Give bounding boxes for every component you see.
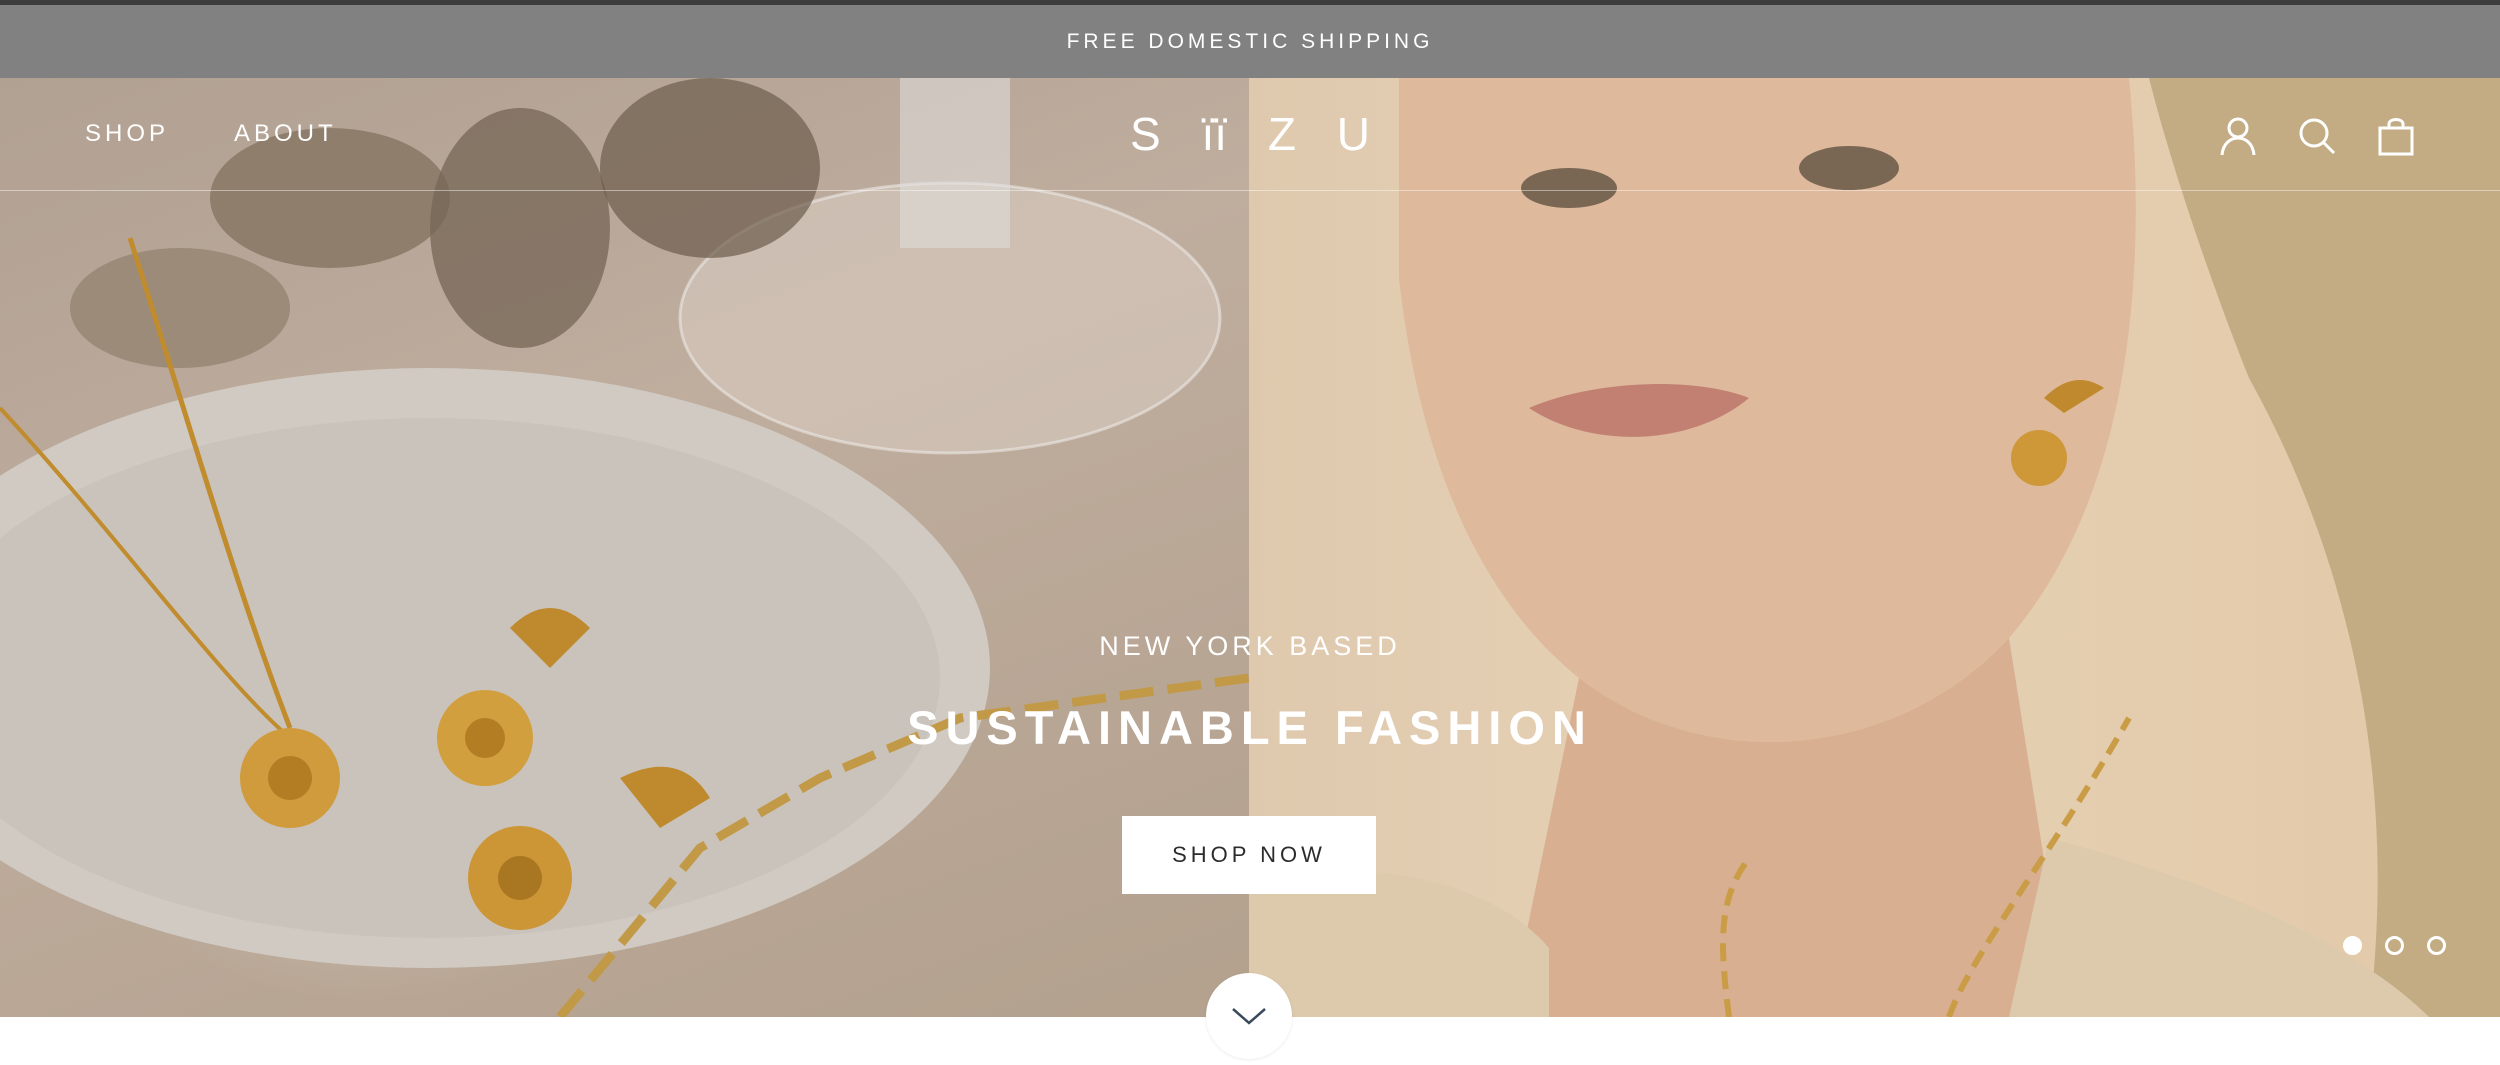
account-icon[interactable] [2216,114,2260,158]
hero-kicker: NEW YORK BASED [1099,631,1401,661]
shop-now-button[interactable]: SHOP NOW [1122,816,1376,894]
nav-about-link[interactable]: ABOUT [234,120,337,148]
slide-dot-3[interactable] [2427,936,2446,955]
logo-letter: Z [1267,108,1296,160]
site-logo[interactable]: S ïï Z U [1130,106,1370,162]
site-header: SHOP ABOUT S ïï Z U [0,78,2500,191]
logo-letter: S [1130,108,1161,160]
chevron-down-icon [1232,1008,1266,1025]
logo-letter: U [1336,108,1370,160]
search-icon[interactable] [2295,114,2339,158]
hero-headline: SUSTAINABLE FASHION [907,701,1593,754]
logo-letter: ïï [1201,108,1228,160]
slide-dot-1[interactable] [2343,936,2362,955]
page: FREE DOMESTIC SHIPPING SHOP ABOUT S ïï Z… [0,0,2500,1065]
announcement-text: FREE DOMESTIC SHIPPING [1066,29,1434,53]
nav-shop-link[interactable]: SHOP [85,120,169,148]
slide-dot-2[interactable] [2385,936,2404,955]
slideshow-dots [2343,936,2453,956]
announcement-bar: FREE DOMESTIC SHIPPING [0,0,2500,78]
cart-icon[interactable] [2374,114,2418,158]
scroll-down-button[interactable] [1206,973,1292,1059]
